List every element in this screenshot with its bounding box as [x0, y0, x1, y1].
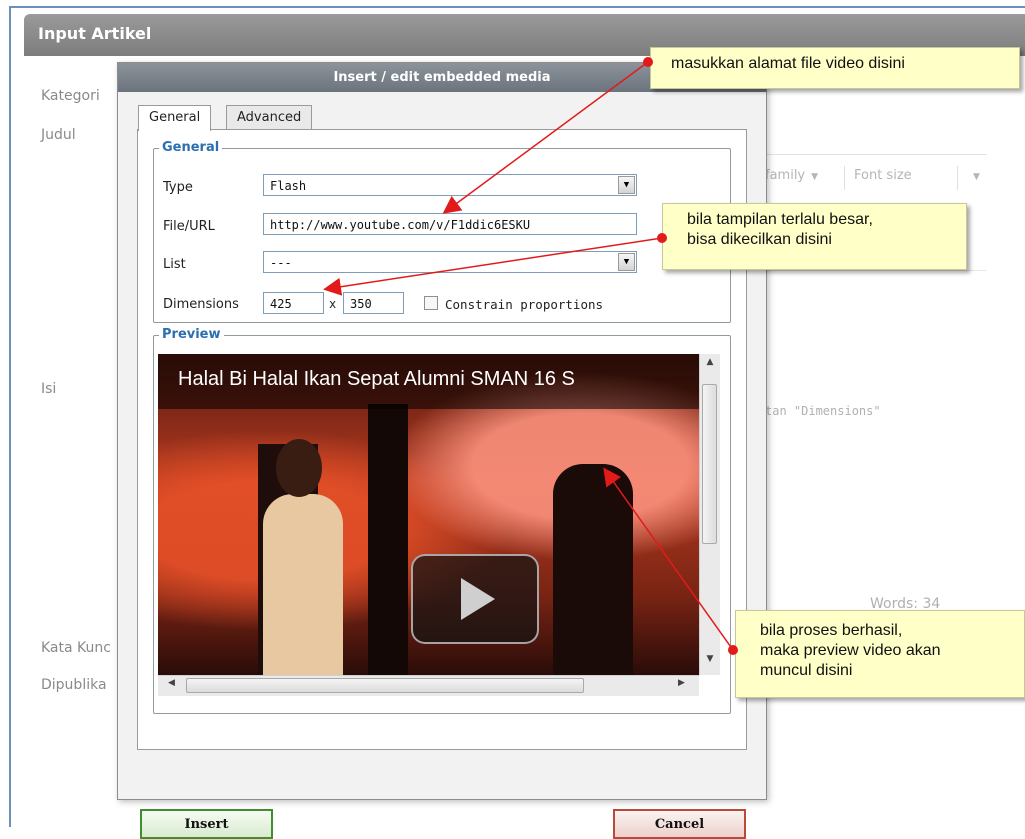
- height-value: 350: [350, 297, 372, 311]
- general-fieldset: General Type Flash ▼ File/URL http://www…: [153, 140, 731, 323]
- editor-divider: [760, 270, 986, 271]
- chevron-down-icon: ▼: [811, 172, 819, 182]
- chevron-down-icon: ▼: [973, 172, 980, 182]
- frame-left-border: [9, 6, 11, 827]
- play-icon: [461, 578, 495, 620]
- cancel-button[interactable]: Cancel: [613, 809, 746, 839]
- chevron-down-icon[interactable]: ▼: [618, 253, 635, 271]
- preview-legend: Preview: [159, 327, 224, 342]
- scroll-right-icon[interactable]: ▶: [678, 678, 685, 688]
- general-legend: General: [159, 140, 223, 155]
- constrain-checkbox[interactable]: [424, 296, 438, 310]
- callout-dimensions-line: bila tampilan terlalu besar,: [687, 211, 873, 228]
- video-shadow-shape: [368, 404, 408, 675]
- preview-horizontal-scrollbar[interactable]: ◀ ▶: [158, 675, 699, 696]
- file-url-value: http://www.youtube.com/v/F1ddic6ESKU: [270, 218, 531, 232]
- toolbar-divider: [844, 166, 845, 190]
- preview-vertical-scrollbar[interactable]: ▲ ▼: [699, 354, 720, 675]
- scrollbar-thumb[interactable]: [186, 678, 584, 693]
- type-select[interactable]: Flash ▼: [263, 174, 637, 196]
- callout-dimensions-line: bisa dikecilkan disini: [687, 231, 832, 248]
- label-judul: Judul: [41, 127, 76, 143]
- constrain-label: Constrain proportions: [445, 297, 604, 312]
- callout-file-url: masukkan alamat file video disini: [650, 47, 1020, 89]
- list-select[interactable]: --- ▼: [263, 251, 637, 273]
- tab-general[interactable]: General: [138, 105, 212, 131]
- label-kata-kunci: Kata Kunc: [41, 640, 111, 656]
- frame-top-border: [9, 6, 1025, 8]
- play-button[interactable]: [411, 554, 539, 644]
- video-person-shirt: [263, 494, 343, 675]
- scroll-up-icon[interactable]: ▲: [700, 357, 720, 367]
- font-family-select[interactable]: family ▼: [765, 168, 818, 190]
- label-isi: Isi: [41, 381, 57, 397]
- chevron-down-icon[interactable]: ▼: [618, 176, 635, 194]
- font-family-label: family: [765, 168, 806, 183]
- scrollbar-thumb[interactable]: [702, 384, 717, 544]
- font-size-select[interactable]: Font size: [854, 168, 912, 190]
- toolbar-divider: [957, 166, 958, 190]
- label-kategori: Kategori: [41, 88, 100, 104]
- height-input[interactable]: 350: [343, 292, 404, 314]
- scroll-left-icon[interactable]: ◀: [168, 678, 175, 688]
- font-size-dropdown[interactable]: ▼: [967, 168, 980, 190]
- list-label: List: [163, 257, 186, 272]
- label-dipublikasi: Dipublika: [41, 677, 107, 693]
- times-sign: x: [329, 297, 337, 311]
- editor-toolbar: family ▼ Font size ▼: [760, 158, 986, 198]
- insert-button[interactable]: Insert: [140, 809, 273, 839]
- callout-file-url-text: masukkan alamat file video disini: [671, 55, 905, 72]
- video-person-head: [276, 439, 322, 497]
- font-size-label: Font size: [854, 168, 912, 183]
- video-person-silhouette: [553, 464, 633, 675]
- callout-dimensions: bila tampilan terlalu besar, bisa dikeci…: [662, 203, 967, 270]
- panel-title: Input Artikel: [38, 24, 152, 43]
- tab-advanced[interactable]: Advanced: [226, 105, 313, 130]
- editor-content-text: tan "Dimensions": [765, 404, 881, 418]
- file-url-input[interactable]: http://www.youtube.com/v/F1ddic6ESKU: [263, 213, 637, 235]
- callout-preview-line: bila proses berhasil,: [760, 622, 903, 639]
- type-value: Flash: [270, 179, 307, 193]
- page: Input Artikel Kategori Judul Isi Kata Ku…: [0, 0, 1025, 839]
- type-label: Type: [163, 180, 193, 195]
- callout-preview: bila proses berhasil, maka preview video…: [735, 610, 1025, 698]
- width-input[interactable]: 425: [263, 292, 324, 314]
- video-title: Halal Bi Halal Ikan Sepat Alumni SMAN 16…: [178, 368, 575, 390]
- video-preview[interactable]: Halal Bi Halal Ikan Sepat Alumni SMAN 16…: [158, 354, 699, 675]
- callout-preview-line: maka preview video akan: [760, 642, 941, 659]
- file-url-label: File/URL: [163, 219, 215, 234]
- callout-preview-line: muncul disini: [760, 662, 853, 679]
- dimensions-label: Dimensions: [163, 297, 239, 312]
- width-value: 425: [270, 297, 292, 311]
- list-value: ---: [270, 256, 292, 270]
- scroll-down-icon[interactable]: ▼: [700, 654, 720, 664]
